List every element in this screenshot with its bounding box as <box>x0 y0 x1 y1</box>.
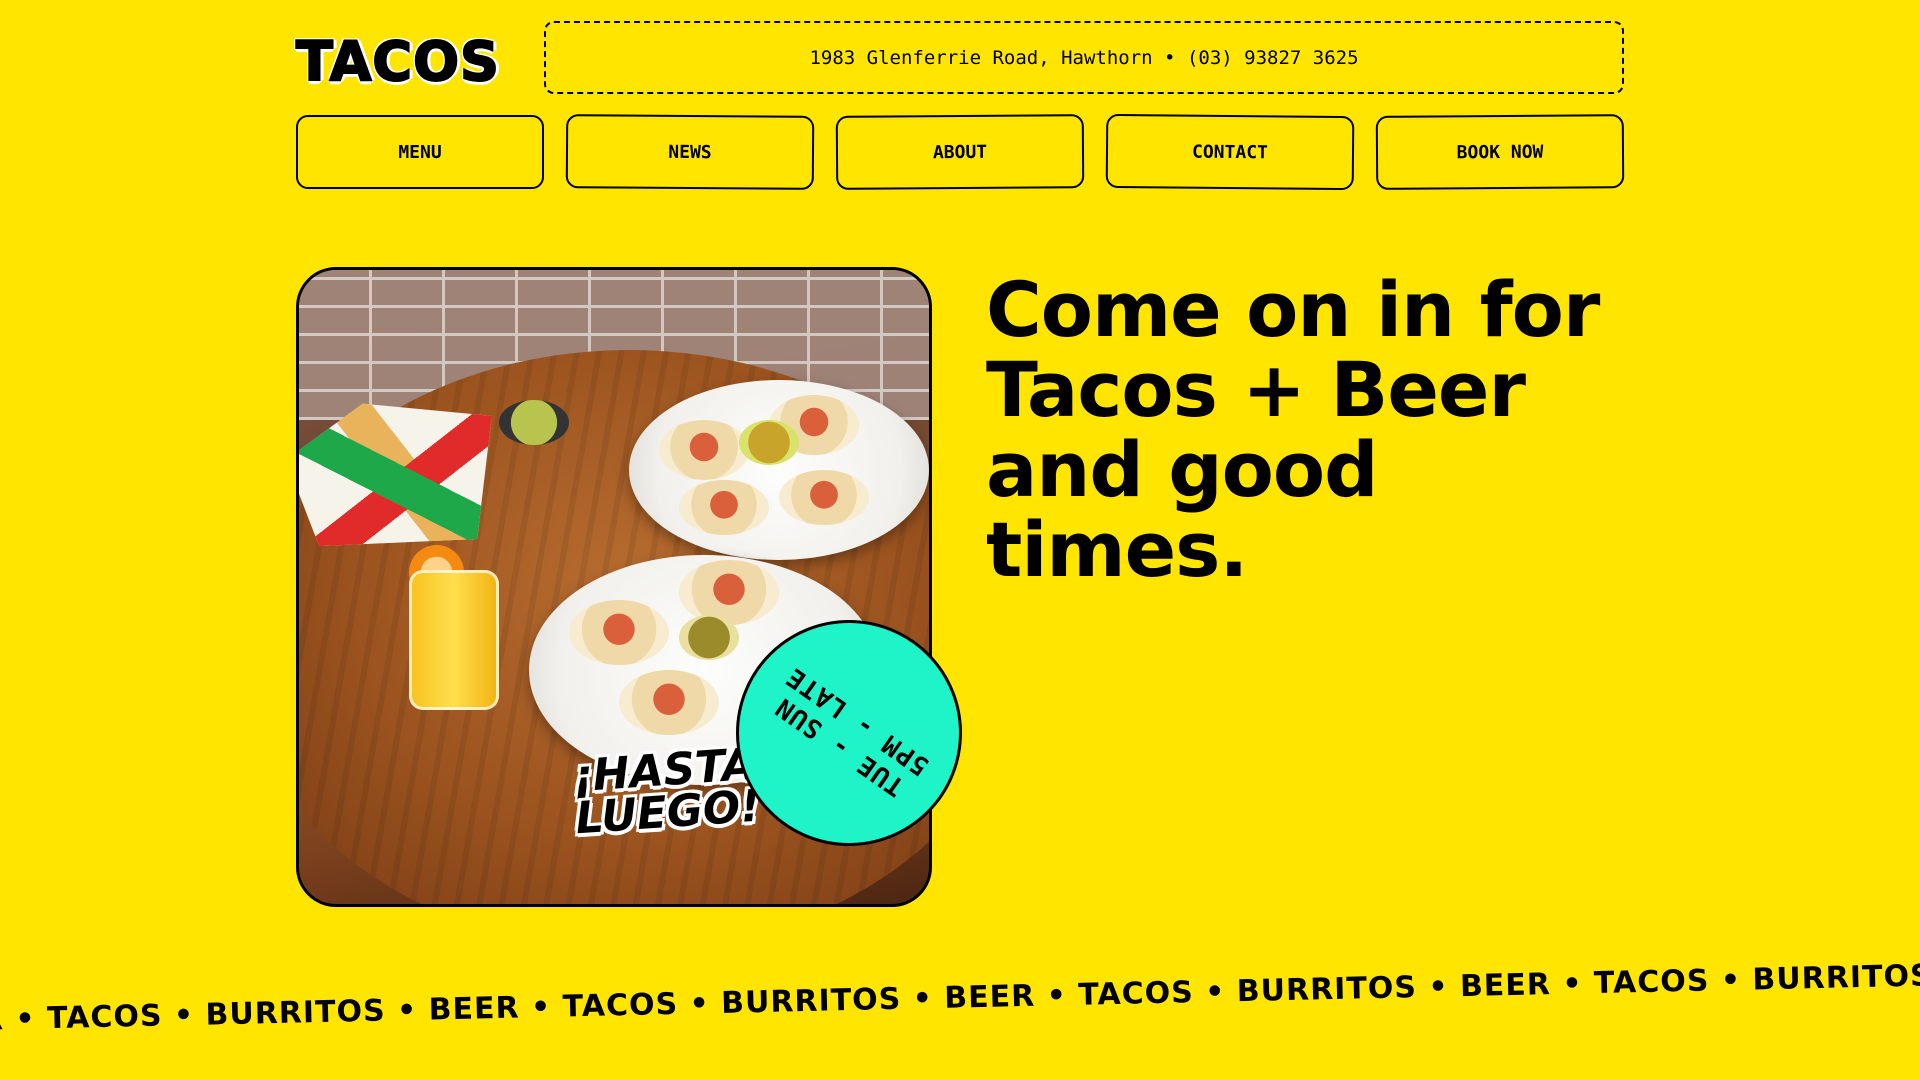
taco <box>779 470 869 525</box>
juice-glass <box>409 570 499 710</box>
hasta-luego-sticker: ¡HASTA LUEGO! <box>570 738 762 845</box>
main-nav: MENU NEWS ABOUT CONTACT BOOK NOW <box>296 113 1625 191</box>
taco <box>619 670 719 735</box>
opening-hours-badge: TUE - SUN 5PM - LATE <box>736 620 962 846</box>
salsa-bowl <box>739 420 799 465</box>
nav-about-button[interactable]: ABOUT <box>835 114 1085 190</box>
taco <box>679 560 779 625</box>
taco <box>569 600 669 665</box>
page: TACOS 1983 Glenferrie Road, Hawthorn • (… <box>0 0 1920 1080</box>
site-logo[interactable]: TACOS <box>295 29 500 94</box>
nav-book-now-button[interactable]: BOOK NOW <box>1375 114 1625 190</box>
salsa-bowl <box>679 615 739 660</box>
nav-news-button[interactable]: NEWS <box>565 114 815 190</box>
nav-contact-button[interactable]: CONTACT <box>1105 113 1355 191</box>
taco <box>679 480 769 535</box>
address-text: 1983 Glenferrie Road, Hawthorn • (03) 93… <box>809 46 1359 69</box>
scrolling-marquee: R • TACOS • BURRITOS • BEER • TACOS • BU… <box>0 956 1920 1038</box>
hero-headline: Come on in for Tacos + Beer and good tim… <box>986 265 1600 594</box>
taco <box>659 420 749 480</box>
nav-menu-button[interactable]: MENU <box>296 115 544 189</box>
address-bar: 1983 Glenferrie Road, Hawthorn • (03) 93… <box>544 21 1624 94</box>
guacamole-bowl <box>499 400 569 445</box>
